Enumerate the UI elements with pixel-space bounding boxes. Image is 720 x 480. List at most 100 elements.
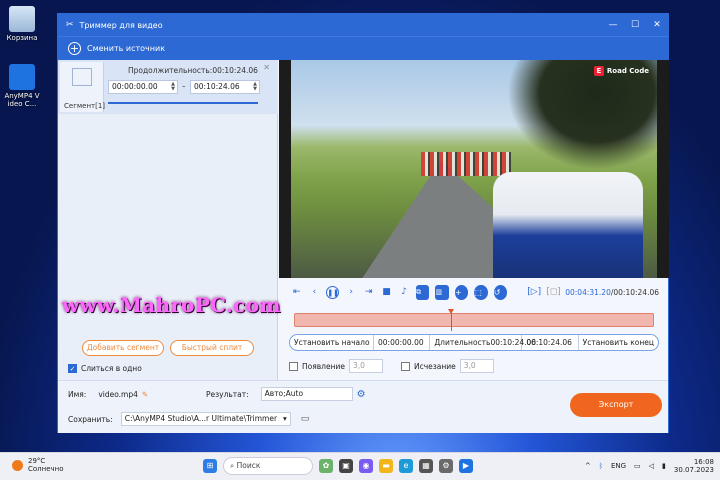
prev-frame-icon[interactable]: ‹ xyxy=(309,286,321,299)
sun-icon xyxy=(12,459,23,471)
segment-start-input[interactable]: 00:00:00.00 ▲ ▼ xyxy=(108,80,178,94)
fade-in-input[interactable]: 3,0 xyxy=(348,359,383,373)
name-row: Имя: video.mp4 ✎ xyxy=(68,390,148,399)
current-time: 00:04:31.20 xyxy=(565,287,611,297)
weather-temp: 29°C xyxy=(28,457,46,465)
set-start-button[interactable]: Установить начало xyxy=(290,335,374,350)
next-frame-icon[interactable]: › xyxy=(345,286,357,299)
segment-end-input[interactable]: 00:10:24.06 ▲ ▼ xyxy=(190,80,260,94)
reset-icon[interactable]: ↺ xyxy=(493,284,508,300)
change-source-button[interactable]: + Сменить источник xyxy=(58,36,668,60)
chat-icon[interactable]: ◉ xyxy=(359,459,373,473)
change-source-label: Сменить источник xyxy=(87,44,166,53)
edge-icon[interactable]: e xyxy=(399,459,413,473)
battery-icon[interactable]: ▮ xyxy=(662,462,666,470)
result-row: Результат: Авто;Auto ⚙ xyxy=(206,387,366,401)
window-title: Триммер для видео xyxy=(79,20,163,30)
close-button[interactable]: ✕ xyxy=(646,20,668,30)
spinner-icon[interactable]: ▲ ▼ xyxy=(171,82,175,92)
save-path-select[interactable]: C:\AnyMP4 Studio\A...r Ultimate\Trimmer … xyxy=(120,412,291,426)
desktop-icon-label: Корзина xyxy=(6,34,38,42)
monitor-icon[interactable]: ▭ xyxy=(634,462,641,470)
start-windows-icon[interactable]: ⊞ xyxy=(203,459,217,473)
bluetooth-icon[interactable]: ᛒ xyxy=(599,462,603,470)
result-input[interactable]: Авто;Auto xyxy=(260,387,353,401)
export-button[interactable]: Экспорт xyxy=(570,393,662,417)
recycle-bin-icon xyxy=(9,6,35,32)
mark-in-icon[interactable]: [▷] xyxy=(527,286,541,299)
volume-icon[interactable]: ♪ xyxy=(398,286,410,299)
settings-icon[interactable]: ⚙ xyxy=(439,459,453,473)
edit-pencil-icon[interactable]: ✎ xyxy=(142,390,148,399)
fade-out-checkbox[interactable] xyxy=(400,361,410,371)
search-placeholder: Поиск xyxy=(236,461,261,470)
output-panel: Имя: video.mp4 ✎ Результат: Авто;Auto ⚙ … xyxy=(58,380,668,433)
taskbar-search[interactable]: ⌕ Поиск xyxy=(223,457,313,475)
segment-item[interactable]: Сегмент[1] Продолжительность:00:10:24.06… xyxy=(58,60,278,114)
desktop-icon-label: AnyMP4 Video C... xyxy=(4,92,40,108)
crop-icon[interactable]: ⬚ xyxy=(474,284,488,300)
chevron-up-icon[interactable]: ^ xyxy=(585,462,591,470)
total-time: /00:10:24.06 xyxy=(610,287,659,297)
maximize-button[interactable]: ☐ xyxy=(624,20,646,30)
result-label: Результат: xyxy=(206,389,249,399)
remove-segment-icon[interactable]: ✕ xyxy=(263,63,270,72)
trim-settings-row: Установить начало 00:00:00.00 Длительнос… xyxy=(289,334,659,351)
clock[interactable]: 16:08 30.07.2023 xyxy=(674,458,714,474)
pause-icon[interactable]: ❚❚ xyxy=(326,285,340,299)
file-explorer-icon[interactable]: ▬ xyxy=(379,459,393,473)
clock-date: 30.07.2023 xyxy=(673,466,714,474)
save-path-value: C:\AnyMP4 Studio\A...r Ultimate\Trimmer xyxy=(124,414,278,423)
widgets-icon[interactable]: ✿ xyxy=(319,459,333,473)
gear-icon[interactable]: ⚙ xyxy=(357,389,366,400)
video-watermark-text: Road Code xyxy=(606,67,649,75)
name-value: video.mp4 xyxy=(98,390,138,399)
store-icon[interactable]: ▦ xyxy=(419,459,433,473)
clock-time: 16:08 xyxy=(693,458,714,466)
mark-out-icon[interactable]: [◻] xyxy=(546,286,561,299)
end-time-input[interactable]: 00:10:24.06 xyxy=(522,335,579,350)
merge-checkbox[interactable]: ✓ xyxy=(68,364,77,373)
language-indicator[interactable]: ENG xyxy=(611,462,626,470)
go-end-icon[interactable]: ⇥ xyxy=(363,286,375,299)
weather-widget[interactable]: 29°C Солнечно xyxy=(12,457,64,473)
film-icon xyxy=(72,68,92,86)
start-time-input[interactable]: 00:00:00.00 xyxy=(374,335,431,350)
segment-list: Сегмент[1] Продолжительность:00:10:24.06… xyxy=(58,60,278,380)
add-icon[interactable]: + xyxy=(454,284,469,300)
taskbar-apps: ⊞ ⌕ Поиск ✿ ▣ ◉ ▬ e ▦ ⚙ ▶ xyxy=(203,457,473,475)
stop-icon[interactable]: ■ xyxy=(381,286,393,299)
fade-out-label: Исчезание xyxy=(413,361,456,371)
fade-out-input[interactable]: 3,0 xyxy=(459,359,494,373)
time-separator: – xyxy=(182,82,186,90)
task-view-icon[interactable]: ▣ xyxy=(339,459,353,473)
merge-label: Слиться в одно xyxy=(81,364,142,373)
playback-controls: ⇤ ‹ ❚❚ › ⇥ ■ ♪ ⧉ ▥ + ⬚ ↺ [▷] [◻] 00:04:3… xyxy=(279,282,669,302)
segment-thumbnail: Сегмент[1] xyxy=(60,62,106,112)
quick-split-button[interactable]: Быстрый сплит xyxy=(170,340,254,356)
set-end-button[interactable]: Установить конец xyxy=(579,335,658,350)
desktop-icon-anymp4[interactable]: AnyMP4 Video C... xyxy=(4,64,40,108)
merge-option: ✓ Слиться в одно xyxy=(68,364,142,373)
chevron-down-icon: ▾ xyxy=(282,414,287,423)
segment-progress-bar xyxy=(108,102,258,104)
anymp4-app-icon xyxy=(9,64,35,90)
desktop-icon-recycle-bin[interactable]: Корзина xyxy=(4,6,40,42)
split-icon[interactable]: ▥ xyxy=(435,284,449,300)
segment-start-value: 00:00:00.00 xyxy=(112,82,158,91)
segment-label: Сегмент[1] xyxy=(64,102,106,110)
save-label: Сохранить: xyxy=(68,414,113,424)
riders-scene xyxy=(421,152,511,176)
copy-segment-icon[interactable]: ⧉ xyxy=(415,284,430,300)
folder-icon[interactable]: ▭ xyxy=(301,414,310,424)
add-segment-button[interactable]: Добавить сегмент xyxy=(82,340,164,356)
minimize-button[interactable]: — xyxy=(602,20,624,30)
trim-timeline[interactable] xyxy=(294,309,654,331)
video-frame xyxy=(291,60,657,278)
fade-in-checkbox[interactable] xyxy=(289,361,298,371)
speaker-icon[interactable]: ◁ xyxy=(649,462,654,470)
spinner-icon[interactable]: ▲ ▼ xyxy=(253,82,257,92)
go-start-icon[interactable]: ⇤ xyxy=(291,286,303,299)
playhead-marker[interactable] xyxy=(447,309,454,331)
anymp4-taskbar-icon[interactable]: ▶ xyxy=(459,459,473,473)
